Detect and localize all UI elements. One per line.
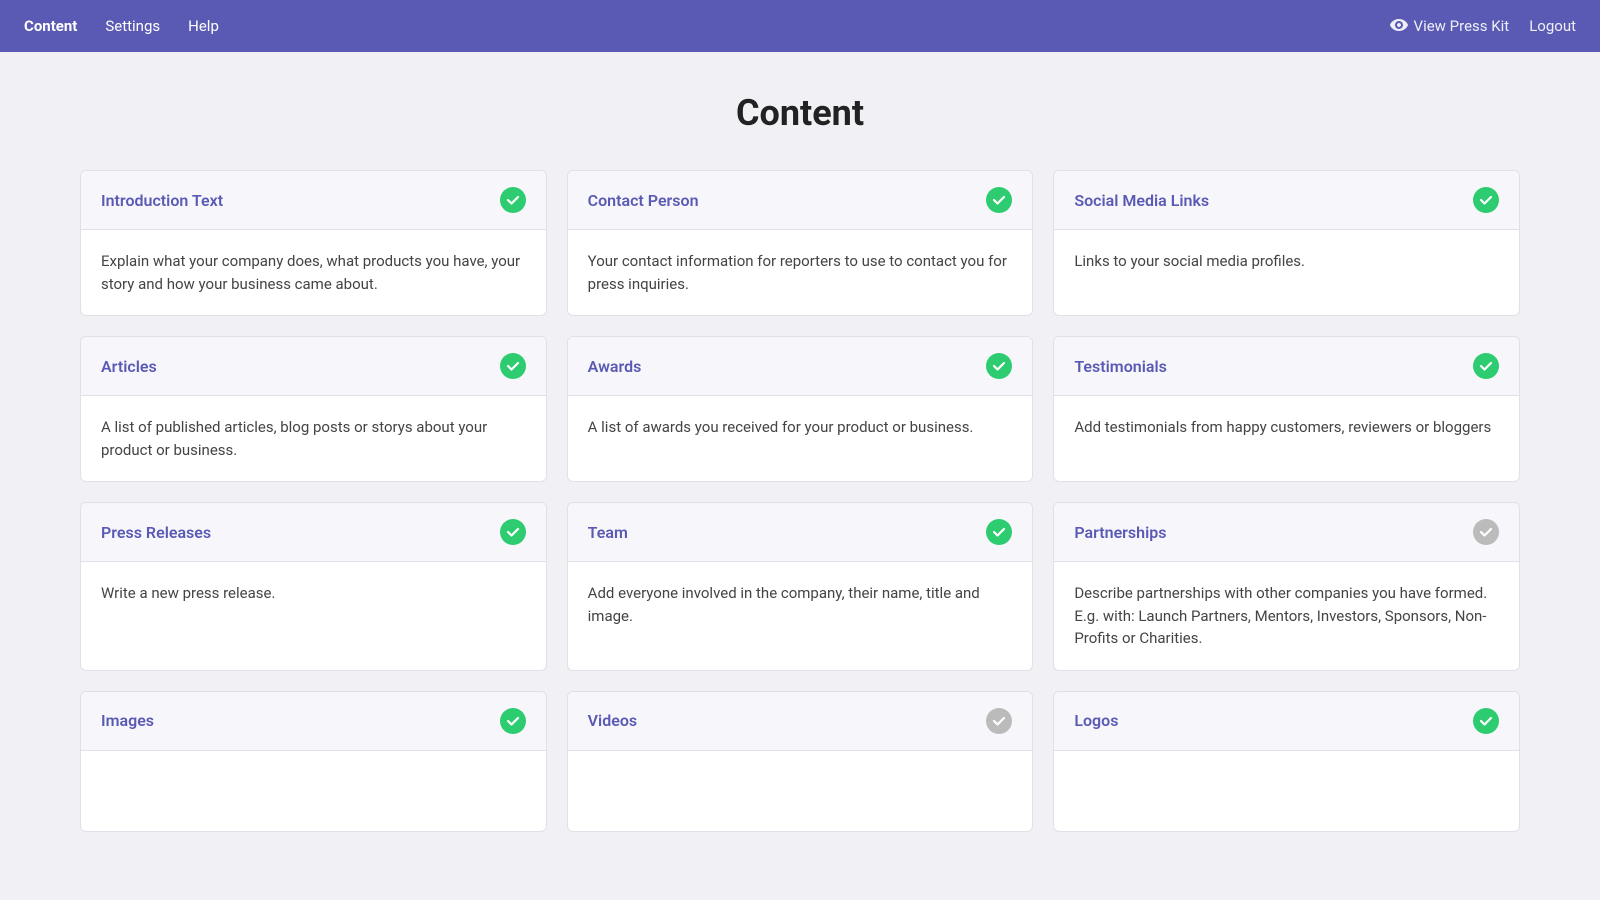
check-complete-icon [500,353,526,379]
card-body [81,751,546,831]
card-header: Social Media Links [1054,171,1519,230]
card-header: Awards [568,337,1033,396]
card-header: Images [81,692,546,751]
content-card-testimonials[interactable]: Testimonials Add testimonials from happy… [1053,336,1520,482]
main-nav: Content Settings Help View Press Kit Logout [0,0,1600,52]
nav-right: View Press Kit Logout [1390,17,1576,35]
main-content: Content Introduction Text Explain what y… [0,52,1600,872]
card-body [1054,751,1519,831]
card-body: Describe partnerships with other compani… [1054,562,1519,670]
card-body [568,751,1033,831]
check-complete-icon [500,187,526,213]
content-card-articles[interactable]: Articles A list of published articles, b… [80,336,547,482]
content-card-awards[interactable]: Awards A list of awards you received for… [567,336,1034,482]
card-body: A list of awards you received for your p… [568,396,1033,476]
content-card-introduction-text[interactable]: Introduction Text Explain what your comp… [80,170,547,316]
card-header: Videos [568,692,1033,751]
card-title: Team [588,523,628,542]
content-card-contact-person[interactable]: Contact Person Your contact information … [567,170,1034,316]
page-title: Content [80,92,1520,134]
nav-left: Content Settings Help [24,17,219,35]
check-incomplete-icon [1473,519,1499,545]
check-incomplete-icon [986,708,1012,734]
content-card-press-releases[interactable]: Press Releases Write a new press release… [80,502,547,671]
card-body: Add testimonials from happy customers, r… [1054,396,1519,476]
card-body: A list of published articles, blog posts… [81,396,546,481]
card-body: Explain what your company does, what pro… [81,230,546,315]
check-complete-icon [986,353,1012,379]
card-title: Social Media Links [1074,191,1209,210]
card-body: Write a new press release. [81,562,546,642]
card-title: Testimonials [1074,357,1167,376]
card-title: Partnerships [1074,523,1166,542]
check-complete-icon [1473,708,1499,734]
card-title: Logos [1074,711,1118,730]
eye-icon [1390,17,1408,35]
content-card-videos[interactable]: Videos [567,691,1034,832]
check-complete-icon [986,519,1012,545]
content-card-team[interactable]: Team Add everyone involved in the compan… [567,502,1034,671]
card-header: Introduction Text [81,171,546,230]
card-header: Team [568,503,1033,562]
card-title: Videos [588,711,637,730]
check-complete-icon [1473,353,1499,379]
content-card-logos[interactable]: Logos [1053,691,1520,832]
card-header: Logos [1054,692,1519,751]
card-title: Awards [588,357,642,376]
card-body: Add everyone involved in the company, th… [568,562,1033,647]
content-card-images[interactable]: Images [80,691,547,832]
content-card-social-media-links[interactable]: Social Media Links Links to your social … [1053,170,1520,316]
card-title: Contact Person [588,191,699,210]
view-press-kit-button[interactable]: View Press Kit [1390,17,1510,35]
check-complete-icon [500,708,526,734]
card-title: Images [101,711,154,730]
check-complete-icon [986,187,1012,213]
nav-item-help[interactable]: Help [188,17,219,35]
check-complete-icon [1473,187,1499,213]
card-header: Articles [81,337,546,396]
card-header: Contact Person [568,171,1033,230]
check-complete-icon [500,519,526,545]
card-title: Introduction Text [101,191,223,210]
card-header: Testimonials [1054,337,1519,396]
logout-button[interactable]: Logout [1529,17,1576,35]
card-title: Press Releases [101,523,211,542]
content-grid: Introduction Text Explain what your comp… [80,170,1520,832]
card-body: Links to your social media profiles. [1054,230,1519,310]
content-card-partnerships[interactable]: Partnerships Describe partnerships with … [1053,502,1520,671]
card-header: Press Releases [81,503,546,562]
view-press-kit-label: View Press Kit [1414,17,1510,35]
nav-item-content[interactable]: Content [24,17,77,35]
card-header: Partnerships [1054,503,1519,562]
card-body: Your contact information for reporters t… [568,230,1033,315]
card-title: Articles [101,357,157,376]
nav-item-settings[interactable]: Settings [105,17,160,35]
